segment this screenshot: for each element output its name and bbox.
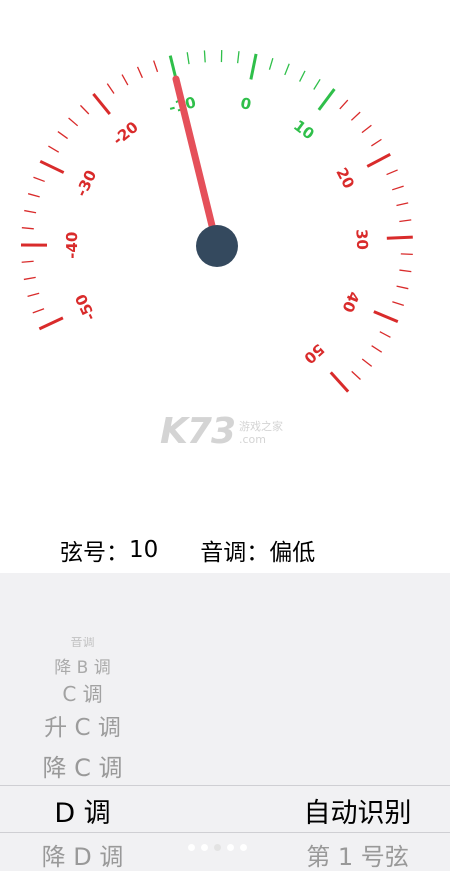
watermark-text: 游戏之家 .com bbox=[239, 420, 283, 446]
tuner-needle bbox=[176, 79, 217, 246]
minor-tick bbox=[396, 203, 408, 206]
minor-tick bbox=[399, 220, 411, 222]
key-picker-wheel[interactable]: 音调 降 B 调 C 调 升 C 调 降 C 调 D 调 降 D 调 bbox=[0, 573, 165, 871]
major-tick bbox=[319, 89, 335, 110]
major-tick bbox=[331, 372, 348, 391]
minor-tick bbox=[22, 228, 34, 229]
gauge-label: 20 bbox=[332, 165, 358, 192]
minor-tick bbox=[154, 61, 158, 72]
minor-tick bbox=[80, 105, 88, 114]
minor-tick bbox=[204, 50, 205, 62]
minor-tick bbox=[351, 112, 360, 120]
key-picker-item[interactable]: 音调 bbox=[0, 637, 165, 647]
page-dot bbox=[188, 844, 195, 851]
watermark-text-top: 游戏之家 bbox=[239, 420, 283, 433]
minor-tick bbox=[138, 67, 143, 78]
tuning-info: 弦号： 10 音调： 偏低 bbox=[60, 532, 315, 568]
key-picker-item[interactable]: C 调 bbox=[0, 678, 165, 707]
gauge-label: 50 bbox=[300, 340, 328, 367]
minor-tick bbox=[48, 146, 58, 152]
major-tick bbox=[40, 161, 63, 172]
page-indicator bbox=[188, 844, 247, 851]
gauge-label: 30 bbox=[352, 229, 371, 251]
watermark-logo: K73 bbox=[160, 412, 235, 452]
minor-tick bbox=[238, 51, 239, 63]
picker-panel[interactable]: 音调 降 B 调 C 调 升 C 调 降 C 调 D 调 降 D 调 自动识别 … bbox=[0, 573, 450, 871]
gauge-ticks bbox=[21, 50, 413, 392]
minor-tick bbox=[285, 64, 289, 75]
minor-tick bbox=[392, 302, 403, 306]
mode-picker-item-selected[interactable]: 自动识别 bbox=[265, 791, 450, 830]
k73-watermark: K73 游戏之家 .com bbox=[160, 412, 283, 452]
page-dot bbox=[227, 844, 234, 851]
minor-tick bbox=[362, 359, 371, 366]
gauge-label: 10 bbox=[290, 116, 317, 143]
page-dot bbox=[240, 844, 247, 851]
needle-hub bbox=[196, 225, 238, 267]
minor-tick bbox=[187, 52, 189, 64]
minor-tick bbox=[24, 277, 36, 279]
key-picker-item-selected[interactable]: D 调 bbox=[0, 791, 165, 830]
minor-tick bbox=[362, 125, 371, 132]
minor-tick bbox=[58, 132, 68, 139]
minor-tick bbox=[397, 286, 409, 289]
page-dot bbox=[214, 844, 221, 851]
minor-tick bbox=[387, 170, 398, 175]
minor-tick bbox=[392, 186, 403, 190]
minor-tick bbox=[28, 194, 40, 197]
minor-tick bbox=[22, 261, 34, 262]
gauge-label: 0 bbox=[239, 94, 253, 114]
string-number-value: 10 bbox=[129, 537, 158, 563]
minor-tick bbox=[352, 371, 361, 379]
major-tick bbox=[93, 94, 109, 114]
key-picker-item[interactable]: 降 B 调 bbox=[0, 653, 165, 678]
minor-tick bbox=[69, 118, 78, 126]
minor-tick bbox=[24, 211, 36, 213]
string-number-label: 弦号： bbox=[60, 533, 129, 567]
tone-label: 音调： bbox=[200, 533, 269, 567]
key-picker-item[interactable]: 升 C 调 bbox=[0, 708, 165, 742]
minor-tick bbox=[340, 100, 348, 109]
gauge-label: -30 bbox=[72, 167, 100, 199]
watermark-text-bottom: .com bbox=[239, 433, 283, 446]
minor-tick bbox=[33, 177, 44, 181]
minor-tick bbox=[107, 84, 114, 94]
key-picker-item[interactable]: 降 C 调 bbox=[0, 748, 165, 783]
minor-tick bbox=[372, 346, 382, 353]
page-dot bbox=[201, 844, 208, 851]
mode-picker-wheel[interactable]: 自动识别 第 1 号弦 bbox=[265, 573, 450, 871]
gauge-label: 40 bbox=[338, 289, 363, 315]
tone-value: 偏低 bbox=[269, 533, 315, 567]
key-picker-item[interactable]: 降 D 调 bbox=[0, 837, 165, 872]
gauge-label: -20 bbox=[109, 118, 141, 149]
major-tick bbox=[39, 318, 63, 329]
gauge-label: -50 bbox=[72, 291, 100, 323]
minor-tick bbox=[33, 309, 44, 313]
minor-tick bbox=[300, 71, 305, 82]
major-tick bbox=[374, 312, 398, 322]
minor-tick bbox=[371, 139, 381, 146]
major-tick bbox=[387, 237, 413, 238]
mode-picker-item[interactable]: 第 1 号弦 bbox=[265, 837, 450, 872]
major-tick bbox=[367, 154, 390, 166]
gauge-label: -40 bbox=[63, 232, 81, 259]
minor-tick bbox=[401, 254, 413, 255]
minor-tick bbox=[28, 293, 40, 296]
minor-tick bbox=[269, 58, 272, 70]
minor-tick bbox=[314, 79, 320, 89]
minor-tick bbox=[380, 332, 391, 338]
major-tick bbox=[251, 54, 256, 79]
minor-tick bbox=[122, 75, 128, 85]
minor-tick bbox=[399, 270, 411, 272]
